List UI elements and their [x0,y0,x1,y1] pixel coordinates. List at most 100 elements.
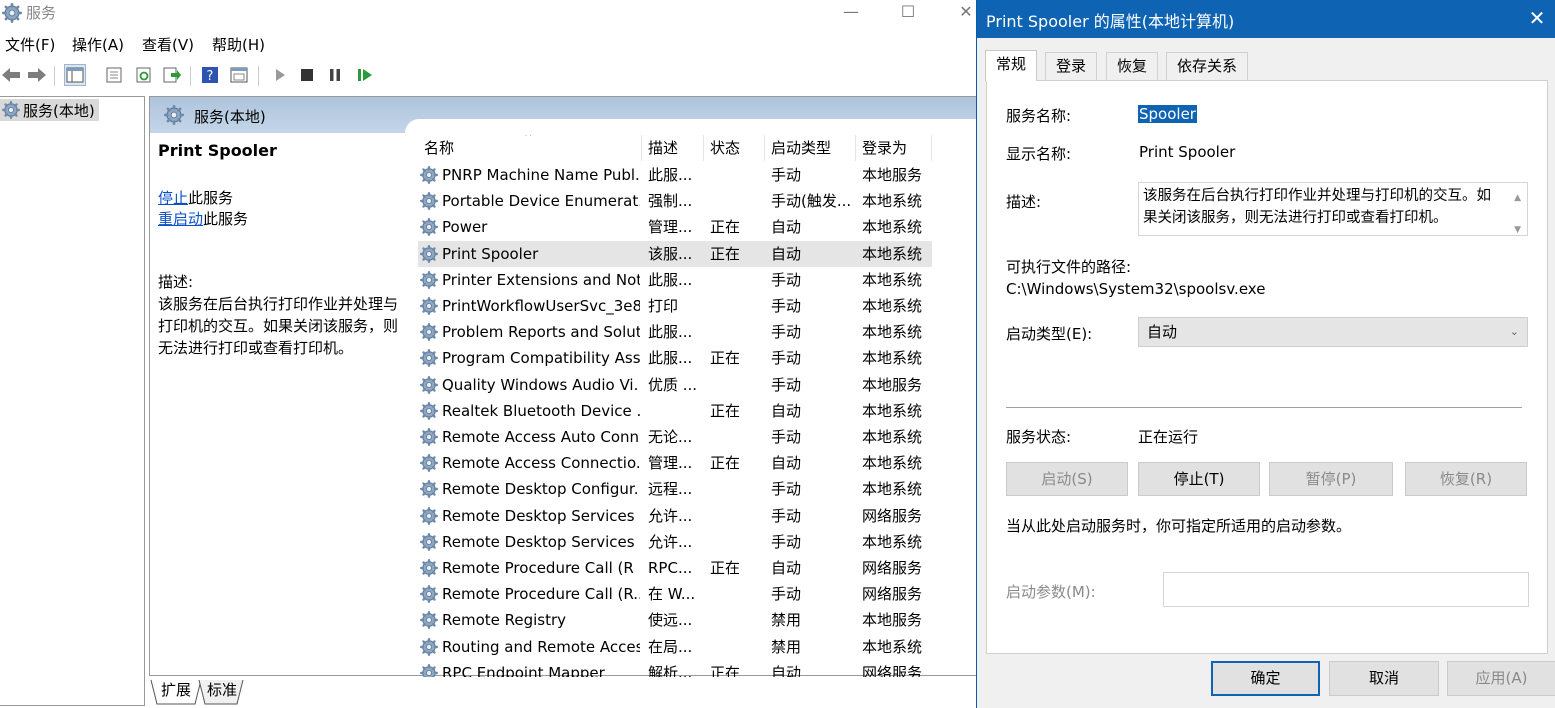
tab-dependencies[interactable]: 依存关系 [1166,52,1249,80]
scroll-down-icon[interactable]: ▼ [1514,219,1521,241]
table-row[interactable]: PNRP Machine Name Publ... 此服... 手动 本地服务 [418,162,932,188]
console-view-icon[interactable] [228,64,250,86]
start-params-input[interactable] [1163,572,1529,607]
service-name-label: 服务名称: [1006,107,1072,125]
start-button[interactable]: 启动(S) [1006,462,1128,496]
restart-service-icon[interactable] [354,64,376,86]
service-description: 此服... [648,349,693,368]
help-icon[interactable]: ? [199,64,221,86]
table-row[interactable]: Program Compatibility Assi... 此服... 正在 手动 本地… [418,345,932,371]
service-name: PNRP Machine Name Publ... [442,166,640,184]
stop-service-icon[interactable] [296,64,318,86]
description-textbox[interactable]: 该服务在后台执行打印作业并处理与打印机的交互。如果关闭该服务，则无法进行打印或查… [1138,182,1528,236]
service-startup-type: 手动 [771,532,802,551]
description-label: 描述: [158,273,194,291]
table-row[interactable]: Portable Device Enumerat... 强制... 手动(触发...… [418,188,932,214]
startup-type-select[interactable]: 自动 ⌄ [1138,317,1528,347]
tree-node-services-local[interactable]: 服务(本地) [0,99,99,121]
stop-service-link[interactable]: 停止 [158,189,188,207]
table-row[interactable]: Remote Procedure Call (R... 在 W... 手动 网络服务 [418,581,932,607]
show-hide-tree-icon[interactable] [64,64,86,86]
table-row[interactable]: Print Spooler 该服... 正在 自动 本地系统 [418,240,932,267]
cancel-button[interactable]: 取消 [1329,661,1439,696]
gear-icon [420,323,438,342]
tab-logon[interactable]: 登录 [1045,52,1098,80]
maximize-button[interactable]: ☐ [885,0,931,26]
service-status: 正在 [710,244,741,263]
service-name-value[interactable]: Spooler [1138,105,1197,123]
dialog-close-button[interactable]: ✕ [1524,6,1550,32]
back-arrow-icon[interactable] [0,64,22,86]
table-row[interactable]: RPC Endpoint Mapper 解析... 正在 自动 网络服务 [418,660,932,677]
gear-icon [164,105,184,125]
gear-icon [420,166,438,184]
export-list-icon[interactable] [161,64,183,86]
minimize-button[interactable]: — [828,0,874,26]
tab-recovery[interactable]: 恢复 [1106,52,1159,80]
table-row[interactable]: Remote Registry 使远... 禁用 本地服务 [418,607,932,633]
gear-icon [420,297,438,315]
tab-general[interactable]: 常规 [985,50,1038,81]
column-header-startup-type[interactable]: 启动类型 [765,135,856,161]
restart-service-link[interactable]: 重启动 [158,210,203,228]
service-name: Problem Reports and Solut... [442,323,640,342]
stop-button[interactable]: 停止(T) [1138,462,1260,496]
dialog-titlebar[interactable]: Print Spooler 的属性(本地计算机) ✕ [977,0,1555,38]
service-description: 无论... [648,428,693,446]
refresh-icon[interactable] [133,64,155,86]
column-header-description[interactable]: 描述 [642,135,704,161]
service-name: Realtek Bluetooth Device ... [442,401,640,420]
service-logon-as: 本地系统 [862,297,923,315]
table-row[interactable]: PrintWorkflowUserSvc_3e8 打印 手动 本地系统 [418,293,932,319]
table-row[interactable]: Remote Access Auto Conn... 无论... 手动 本地系统 [418,424,932,450]
table-row[interactable]: Printer Extensions and Noti... 此服... 手动 本地系… [418,267,932,293]
pause-button[interactable]: 暂停(P) [1269,462,1393,496]
service-status-value: 正在运行 [1138,428,1199,446]
service-description: 在局... [648,637,693,656]
service-startup-type: 自动 [771,401,802,420]
service-logon-as: 本地系统 [862,270,923,289]
table-row[interactable]: Power 管理... 正在 自动 本地系统 [418,214,932,240]
display-name-value[interactable]: Print Spooler [1139,143,1235,161]
table-row[interactable]: Remote Access Connectio... 管理... 正在 自动 本地系统 [418,450,932,476]
pause-service-icon[interactable] [324,64,346,86]
tab-extended[interactable]: 扩展 [155,678,197,704]
table-row[interactable]: Quality Windows Audio Vi... 优质 ... 手动 本地服务 [418,372,932,398]
menu-file[interactable]: 文件(F) [5,34,55,56]
table-row[interactable]: Problem Reports and Solut... 此服... 手动 本地系统 [418,319,932,345]
table-row[interactable]: Remote Procedure Call (R RPC... 正在 自动 网络服务 [418,555,932,581]
table-row[interactable]: Routing and Remote Access 在局... 禁用 本地系统 [418,634,932,660]
menu-help[interactable]: 帮助(H) [212,34,265,56]
tab-standard[interactable]: 标准 [201,678,243,704]
sort-ascending-icon: ^ [524,135,533,143]
scroll-up-icon[interactable]: ▲ [1514,187,1521,209]
ok-button[interactable]: 确定 [1211,661,1320,696]
column-header-status[interactable]: 状态 [704,135,765,161]
service-description: 在 W... [648,585,696,604]
column-header-logon-as[interactable]: 登录为 [856,135,932,161]
gear-icon [420,270,438,289]
forward-arrow-icon[interactable] [26,64,48,86]
service-name: Remote Registry [442,611,567,630]
service-description: 强制... [648,192,693,211]
service-logon-as: 本地系统 [862,323,923,342]
properties-icon[interactable] [103,64,125,86]
general-tab-panel: 服务名称: Spooler 显示名称: Print Spooler 描述: 该服… [986,80,1548,654]
service-startup-type: 手动 [771,480,802,499]
menu-view[interactable]: 查看(V) [142,34,194,56]
service-description: 解析... [648,663,693,677]
apply-button[interactable]: 应用(A) [1447,661,1555,696]
table-row[interactable]: Remote Desktop Services ... 允许... 手动 本地系统 [418,529,932,555]
service-startup-type: 手动 [771,506,802,525]
column-header-name[interactable]: ^ 名称 [418,135,642,161]
resume-button[interactable]: 恢复(R) [1405,462,1527,496]
window-titlebar[interactable]: 服务 — ☐ ✕ [0,0,976,26]
menu-action[interactable]: 操作(A) [72,34,124,56]
start-service-icon[interactable] [269,64,291,86]
service-startup-type: 手动 [771,375,802,394]
service-description: 远程... [648,480,693,499]
table-row[interactable]: Remote Desktop Configur... 远程... 手动 本地系统 [418,476,932,502]
table-row[interactable]: Remote Desktop Services 允许... 手动 网络服务 [418,503,932,529]
table-row[interactable]: Realtek Bluetooth Device ... 正在 自动 本地系统 [418,398,932,424]
service-description: 管理... [648,454,693,473]
